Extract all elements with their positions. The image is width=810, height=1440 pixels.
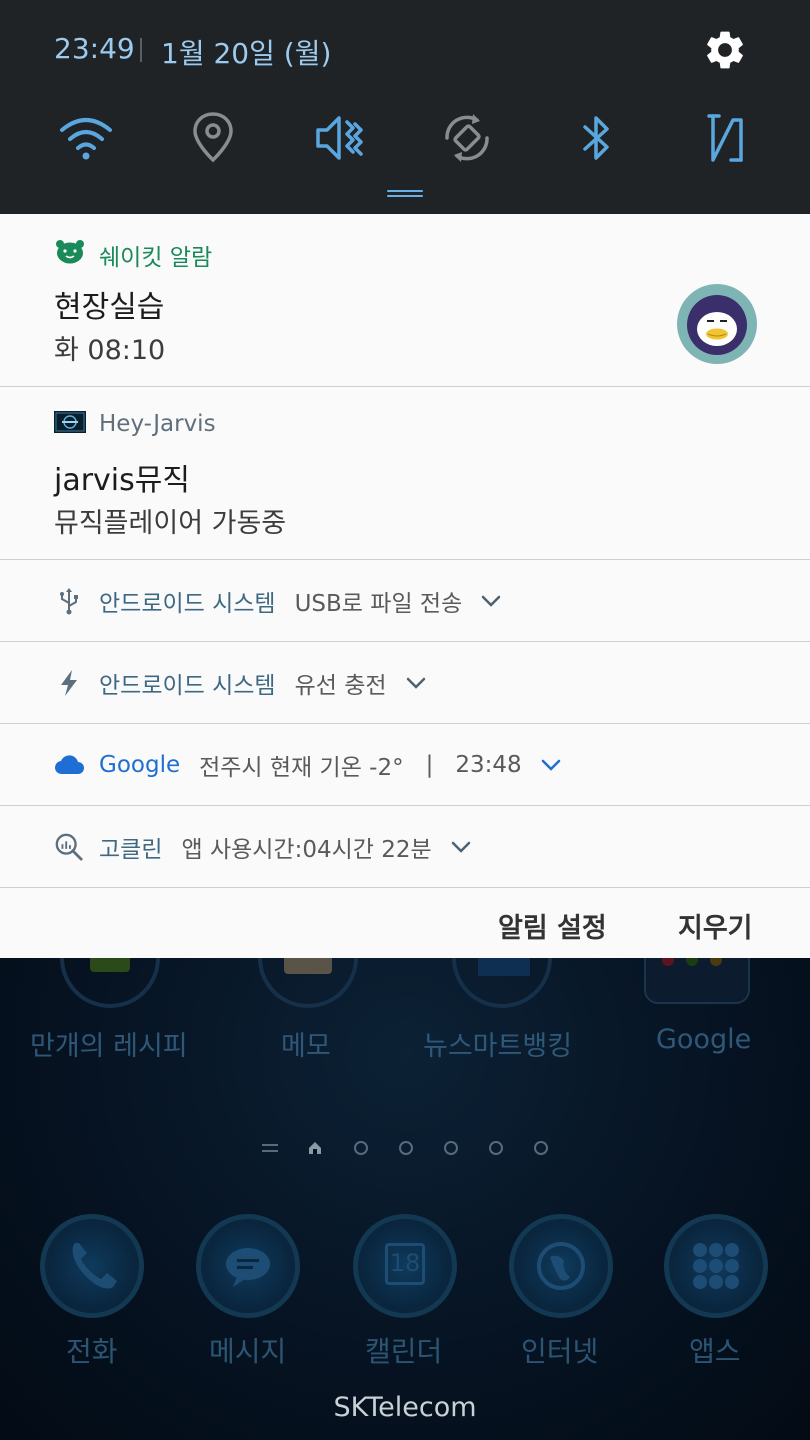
notification-text: USB로 파일 전송 bbox=[294, 591, 463, 617]
notification-text: 앱 사용시간:04시간 22분 bbox=[181, 837, 432, 863]
chevron-down-icon[interactable] bbox=[450, 840, 472, 854]
notification-text: 화 08:10 bbox=[54, 335, 166, 366]
chevron-down-icon[interactable] bbox=[540, 758, 562, 772]
notification-app-name: 쉐이킷 알람 bbox=[99, 245, 213, 271]
app-label[interactable]: Google bbox=[656, 1024, 751, 1055]
penguin-avatar-icon bbox=[677, 284, 757, 364]
page-dot bbox=[444, 1141, 458, 1155]
app-label[interactable]: 만개의 레시피 bbox=[30, 1024, 188, 1063]
chevron-down-icon[interactable] bbox=[405, 676, 427, 690]
home-page-icon bbox=[309, 1142, 321, 1154]
settings-gear-icon[interactable] bbox=[702, 27, 748, 73]
notification-google-weather[interactable]: Google 전주시 현재 기온 -2° | 23:48 bbox=[0, 724, 810, 806]
menu-lines-icon bbox=[262, 1144, 278, 1152]
notification-text: 유선 충전 bbox=[294, 673, 387, 699]
notification-settings-button[interactable]: 알림 설정 bbox=[498, 906, 607, 945]
dock-label[interactable]: 인터넷 bbox=[521, 1330, 598, 1370]
dock-label[interactable]: 전화 bbox=[66, 1330, 118, 1370]
app-label[interactable]: 뉴스마트뱅킹 bbox=[423, 1024, 572, 1063]
quick-settings-panel: 23:49 1월 20일 (월) bbox=[0, 0, 810, 214]
charging-bolt-icon bbox=[54, 668, 84, 698]
notification-title: jarvis뮤직 bbox=[54, 463, 190, 498]
clear-all-button[interactable]: 지우기 bbox=[678, 906, 753, 945]
location-icon[interactable] bbox=[183, 108, 243, 168]
notification-actions: 알림 설정 지우기 bbox=[0, 888, 810, 960]
calendar-day: 18 bbox=[389, 1249, 421, 1277]
bluetooth-icon[interactable] bbox=[566, 108, 626, 168]
carrier-label: SKTelecom bbox=[333, 1392, 477, 1423]
notification-text: 전주시 현재 기온 -2° bbox=[199, 755, 404, 781]
hey-jarvis-app-icon bbox=[54, 411, 86, 433]
phone-app-icon[interactable] bbox=[40, 1214, 144, 1318]
divider bbox=[140, 38, 142, 62]
page-dot bbox=[354, 1141, 368, 1155]
separator: | bbox=[425, 752, 434, 778]
recipe-app-icon[interactable] bbox=[60, 958, 160, 1008]
vibrate-sound-icon[interactable] bbox=[309, 108, 369, 168]
apps-drawer-icon[interactable] bbox=[664, 1214, 768, 1318]
notification-time: 23:48 bbox=[455, 752, 522, 778]
page-dot bbox=[399, 1141, 413, 1155]
notification-list: 쉐이킷 알람 현장실습 화 08:10 Hey-Jarvis jarvis뮤직 … bbox=[0, 214, 810, 960]
message-app-icon[interactable] bbox=[196, 1214, 300, 1318]
notification-app-name: Hey-Jarvis bbox=[99, 411, 216, 437]
notification-text: 뮤직플레이어 가동중 bbox=[54, 508, 287, 539]
shakeit-alarm-app-icon bbox=[56, 240, 84, 264]
notification-goclean[interactable]: 고클린 앱 사용시간:04시간 22분 bbox=[0, 806, 810, 888]
banking-app-icon[interactable] bbox=[452, 958, 552, 1008]
notification-usb[interactable]: 안드로이드 시스템 USB로 파일 전송 bbox=[0, 560, 810, 642]
dock-label[interactable]: 캘린더 bbox=[365, 1330, 442, 1370]
status-date: 1월 20일 (월) bbox=[161, 37, 332, 70]
auto-rotate-icon[interactable] bbox=[437, 108, 497, 168]
page-dot bbox=[489, 1141, 503, 1155]
magnifier-chart-icon bbox=[54, 832, 84, 862]
notification-app-name: 고클린 bbox=[99, 837, 163, 863]
notification-title: 현장실습 bbox=[54, 290, 165, 325]
notification-app-name: 안드로이드 시스템 bbox=[99, 591, 276, 617]
memo-app-icon[interactable] bbox=[258, 958, 358, 1008]
chevron-down-icon[interactable] bbox=[480, 594, 502, 608]
internet-app-icon[interactable] bbox=[509, 1214, 613, 1318]
page-indicator bbox=[262, 1140, 579, 1156]
cloud-icon bbox=[54, 750, 84, 780]
notification-app-name: 안드로이드 시스템 bbox=[99, 673, 276, 699]
usb-icon bbox=[54, 586, 84, 616]
notification-shakeit-alarm[interactable]: 쉐이킷 알람 현장실습 화 08:10 bbox=[0, 214, 810, 387]
google-folder-icon[interactable] bbox=[644, 958, 750, 1004]
panel-drag-handle[interactable] bbox=[387, 190, 423, 197]
notification-hey-jarvis[interactable]: Hey-Jarvis jarvis뮤직 뮤직플레이어 가동중 bbox=[0, 387, 810, 560]
dock-label[interactable]: 앱스 bbox=[689, 1330, 741, 1370]
dock-label[interactable]: 메시지 bbox=[209, 1330, 286, 1370]
notification-charging[interactable]: 안드로이드 시스템 유선 충전 bbox=[0, 642, 810, 724]
notification-app-name: Google bbox=[99, 752, 181, 778]
wifi-icon[interactable] bbox=[56, 108, 116, 168]
home-screen: 만개의 레시피 메모 뉴스마트뱅킹 Google 18 전화 메시지 캘린더 인… bbox=[0, 958, 810, 1440]
app-label[interactable]: 메모 bbox=[281, 1024, 331, 1063]
page-dot bbox=[534, 1141, 548, 1155]
calendar-app-icon[interactable]: 18 bbox=[353, 1214, 457, 1318]
status-time: 23:49 bbox=[54, 32, 135, 65]
nfc-icon[interactable] bbox=[695, 108, 755, 168]
